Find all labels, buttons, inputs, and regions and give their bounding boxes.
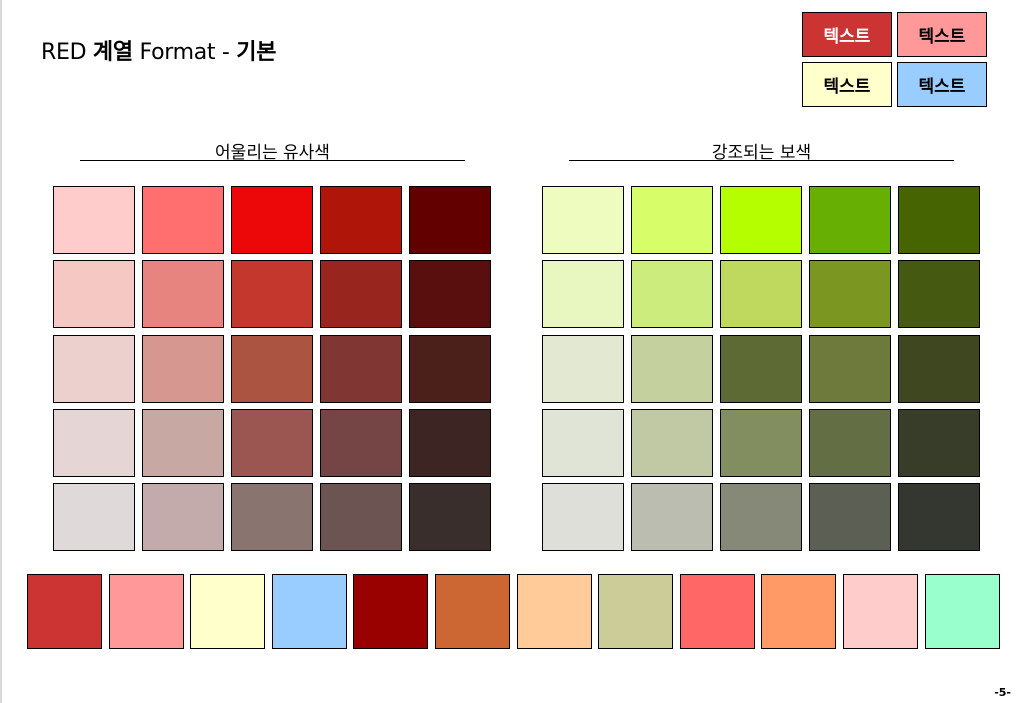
color-swatch [720, 409, 802, 477]
color-swatch [542, 260, 624, 328]
palette-swatch [598, 574, 674, 649]
page-title: RED 계열 Format - 기본 [41, 34, 276, 66]
color-swatch [809, 409, 891, 477]
color-swatch [320, 483, 402, 551]
color-swatch [142, 483, 224, 551]
palette-swatch [924, 574, 1000, 649]
color-swatch [231, 335, 313, 403]
palette-swatch [108, 574, 184, 649]
color-swatch [631, 186, 713, 254]
palette-swatch [761, 574, 837, 649]
color-swatch [320, 335, 402, 403]
palette-swatch [679, 574, 755, 649]
color-swatch [409, 483, 491, 551]
color-swatch [720, 335, 802, 403]
color-swatch [898, 260, 980, 328]
color-swatch [142, 186, 224, 254]
color-swatch [631, 335, 713, 403]
text-sample-red: 텍스트 [802, 12, 892, 57]
color-swatch [320, 409, 402, 477]
color-swatch [53, 186, 135, 254]
color-swatch [53, 260, 135, 328]
text-sample-pink: 텍스트 [897, 12, 987, 57]
color-swatch [631, 409, 713, 477]
color-swatch [231, 260, 313, 328]
color-swatch [53, 335, 135, 403]
color-swatch [898, 483, 980, 551]
palette-swatch [190, 574, 266, 649]
title-series: 계열 [92, 40, 133, 65]
color-swatch [409, 409, 491, 477]
page-number: -5- [994, 686, 1011, 699]
color-swatch [142, 335, 224, 403]
color-swatch [542, 483, 624, 551]
color-swatch [231, 483, 313, 551]
color-swatch [720, 483, 802, 551]
color-swatch [320, 260, 402, 328]
color-swatch [231, 409, 313, 477]
palette-swatch [516, 574, 592, 649]
palette-swatch [353, 574, 429, 649]
color-swatch [898, 186, 980, 254]
color-swatch [231, 186, 313, 254]
color-swatch [720, 260, 802, 328]
palette-swatch [271, 574, 347, 649]
color-swatch [809, 260, 891, 328]
page-left-border [0, 0, 2, 703]
title-prefix: RED [41, 40, 93, 65]
color-swatch [542, 186, 624, 254]
color-swatch [409, 260, 491, 328]
color-swatch [409, 186, 491, 254]
color-swatch [631, 260, 713, 328]
palette-swatch [435, 574, 510, 649]
color-swatch [409, 335, 491, 403]
color-swatch [898, 335, 980, 403]
title-middle: Format - [132, 40, 237, 65]
color-swatch [809, 186, 891, 254]
color-swatch [542, 335, 624, 403]
color-swatch [142, 260, 224, 328]
color-swatch [142, 409, 224, 477]
color-swatch [631, 483, 713, 551]
palette-swatch [843, 574, 918, 649]
text-sample-blue: 텍스트 [897, 62, 987, 107]
palette-swatch [27, 574, 102, 649]
color-swatch [542, 409, 624, 477]
color-swatch [53, 409, 135, 477]
analogous-section-underline [80, 160, 465, 161]
color-swatch [720, 186, 802, 254]
color-swatch [809, 483, 891, 551]
text-sample-cream: 텍스트 [802, 62, 892, 107]
color-swatch [320, 186, 402, 254]
color-swatch [898, 409, 980, 477]
color-swatch [53, 483, 135, 551]
complementary-section-underline [569, 160, 954, 161]
color-swatch [809, 335, 891, 403]
title-basic: 기본 [236, 40, 277, 65]
